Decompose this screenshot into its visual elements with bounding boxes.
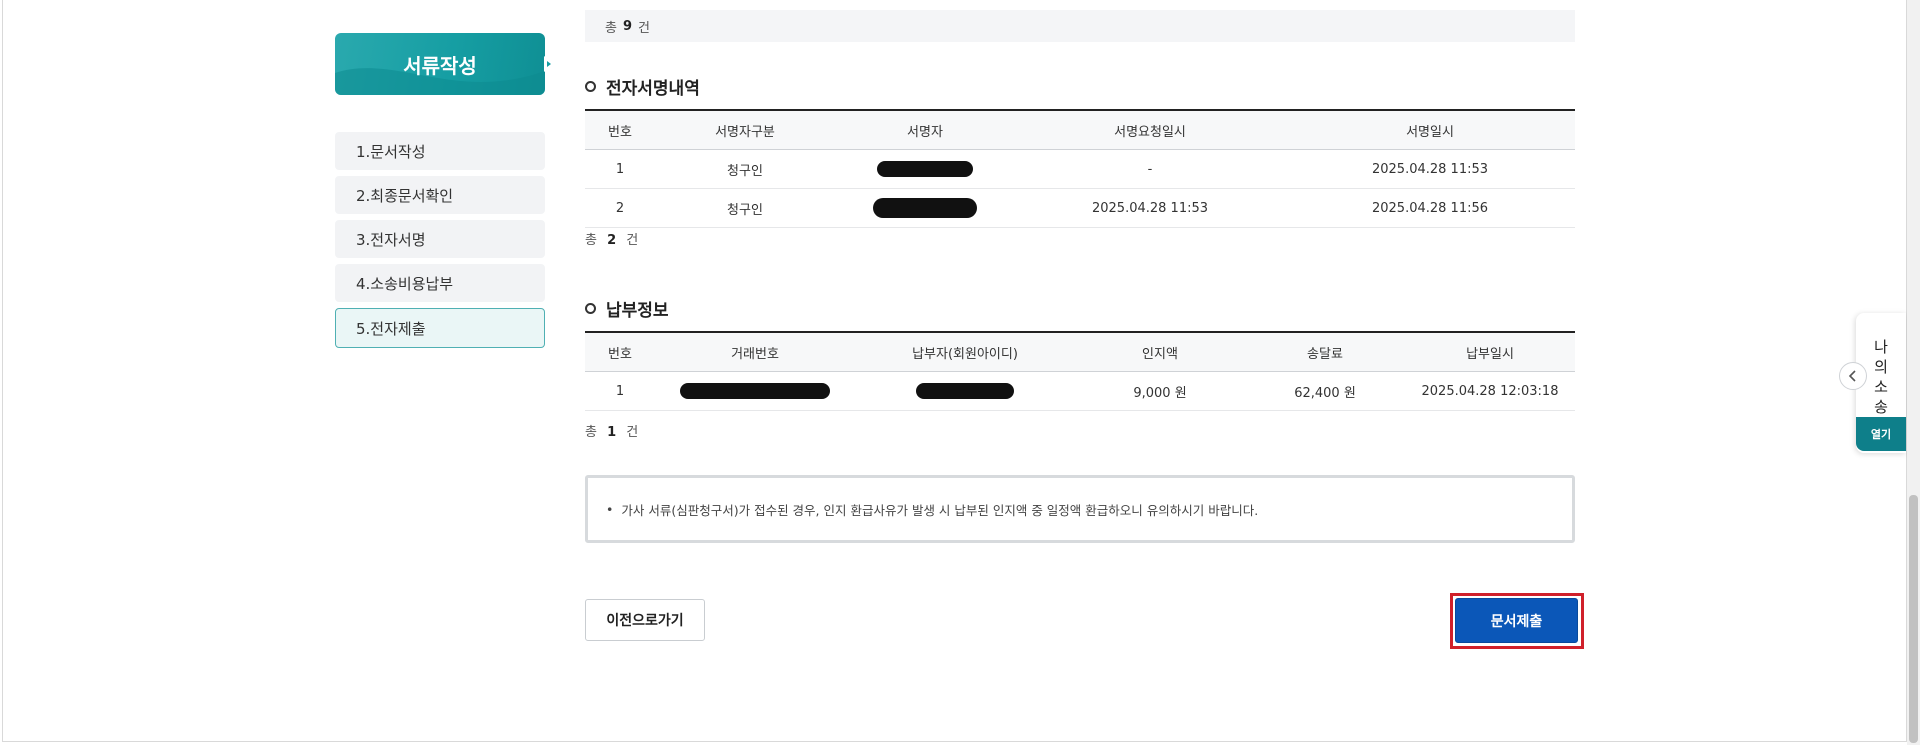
sidebar-item-final-check[interactable]: 2.최종문서확인 — [335, 176, 545, 214]
scrollbar-thumb[interactable] — [1909, 495, 1918, 743]
circle-bullet-icon — [585, 303, 596, 314]
total-suffix: 건 — [638, 20, 650, 36]
cell-transaction-no — [655, 371, 855, 411]
sidebar-item-e-signature[interactable]: 3.전자서명 — [335, 220, 545, 258]
payment-total-count: 총 1 건 — [585, 421, 638, 440]
total-count: 2 — [607, 233, 617, 248]
total-suffix: 건 — [626, 233, 639, 248]
sidebar-item-fee-payment[interactable]: 4.소송비용납부 — [335, 264, 545, 302]
notice-text: 가사 서류(심판청구서)가 접수된 경우, 인지 환급사유가 발생 시 납부된 … — [621, 502, 1259, 518]
column-header: 서명자 — [835, 109, 1015, 150]
cell-signer-type: 청구인 — [655, 188, 835, 228]
payment-section-title: 납부정보 — [585, 296, 669, 321]
redacted-payer — [916, 383, 1014, 399]
table-row: 1 청구인 - 2025.04.28 11:53 — [585, 149, 1575, 189]
circle-bullet-icon — [585, 81, 596, 92]
table-row: 1 9,000 원 62,400 원 2025.04.28 12:03:18 — [585, 371, 1575, 411]
cell-paid-time: 2025.04.28 12:03:18 — [1405, 371, 1575, 411]
cell-number: 1 — [585, 149, 655, 189]
widget-label-char: 나 — [1874, 338, 1888, 356]
sidebar-item-e-submit[interactable]: 5.전자제출 — [335, 308, 545, 348]
payment-table: 번호 거래번호 납부자(회원아이디) 인지액 송달료 납부일시 1 9,000 … — [585, 331, 1575, 411]
cell-signed-time: 2025.04.28 11:53 — [1285, 149, 1575, 189]
sidebar-notch-icon — [544, 56, 554, 72]
refund-notice-box: • 가사 서류(심판청구서)가 접수된 경우, 인지 환급사유가 발생 시 납부… — [585, 475, 1575, 543]
sidebar-item-label: 3.전자서명 — [356, 230, 426, 249]
column-header: 거래번호 — [655, 331, 855, 372]
sidebar-header-title: 서류작성 — [403, 53, 477, 78]
column-header: 서명일시 — [1285, 109, 1575, 150]
go-back-button[interactable]: 이전으로가기 — [585, 599, 705, 641]
cell-signed-time: 2025.04.28 11:56 — [1285, 188, 1575, 228]
cell-signer-type: 청구인 — [655, 149, 835, 189]
signature-section-title: 전자서명내역 — [585, 74, 700, 99]
total-count: 1 — [607, 425, 617, 440]
cell-request-time: - — [1015, 149, 1285, 189]
signature-total-count: 총 2 건 — [585, 229, 638, 248]
total-prefix: 총 — [585, 425, 597, 440]
cell-payer — [855, 371, 1075, 411]
column-header: 번호 — [585, 109, 655, 150]
cell-request-time: 2025.04.28 11:53 — [1015, 188, 1285, 228]
total-prefix: 총 — [605, 20, 617, 36]
cell-signer — [835, 188, 1015, 228]
sidebar-menu: 1.문서작성 2.최종문서확인 3.전자서명 4.소송비용납부 5.전자제출 — [335, 132, 545, 354]
cell-signer — [835, 149, 1015, 189]
column-header: 납부자(회원아이디) — [855, 331, 1075, 372]
widget-open-button[interactable]: 열기 — [1856, 417, 1906, 451]
column-header: 서명요청일시 — [1015, 109, 1285, 150]
redacted-signer — [877, 161, 973, 177]
column-header: 서명자구분 — [655, 109, 835, 150]
notice-bullet: • — [606, 501, 614, 517]
sidebar-header: 서류작성 — [335, 33, 545, 95]
sidebar-item-label: 1.문서작성 — [356, 142, 426, 161]
redacted-transaction-no — [680, 383, 830, 399]
cell-number: 1 — [585, 371, 655, 411]
column-header: 인지액 — [1075, 331, 1245, 372]
signature-table: 번호 서명자구분 서명자 서명요청일시 서명일시 1 청구인 - 2025.04… — [585, 109, 1575, 228]
cell-delivery-fee: 62,400 원 — [1245, 371, 1405, 411]
sidebar-item-label: 2.최종문서확인 — [356, 186, 454, 205]
section-title-text: 전자서명내역 — [606, 79, 700, 99]
widget-label-char: 송 — [1874, 398, 1888, 416]
submit-document-button[interactable]: 문서제출 — [1455, 598, 1578, 643]
column-header: 번호 — [585, 331, 655, 372]
sidebar-item-label: 4.소송비용납부 — [356, 274, 454, 293]
total-prefix: 총 — [585, 233, 597, 248]
total-count: 9 — [622, 18, 633, 34]
chevron-left-icon — [1848, 370, 1856, 382]
document-total-count: 총 9 건 — [585, 10, 1575, 42]
sidebar-item-label: 5.전자제출 — [356, 319, 426, 338]
cell-number: 2 — [585, 188, 655, 228]
total-suffix: 건 — [626, 425, 639, 440]
table-row: 2 청구인 2025.04.28 11:53 2025.04.28 11:56 — [585, 188, 1575, 228]
section-title-text: 납부정보 — [606, 301, 669, 321]
redacted-signer — [873, 198, 977, 218]
cell-stamp-fee: 9,000 원 — [1075, 371, 1245, 411]
sidebar-item-document-writing[interactable]: 1.문서작성 — [335, 132, 545, 170]
column-header: 납부일시 — [1405, 331, 1575, 372]
widget-toggle-button[interactable] — [1839, 362, 1867, 390]
column-header: 송달료 — [1245, 331, 1405, 372]
